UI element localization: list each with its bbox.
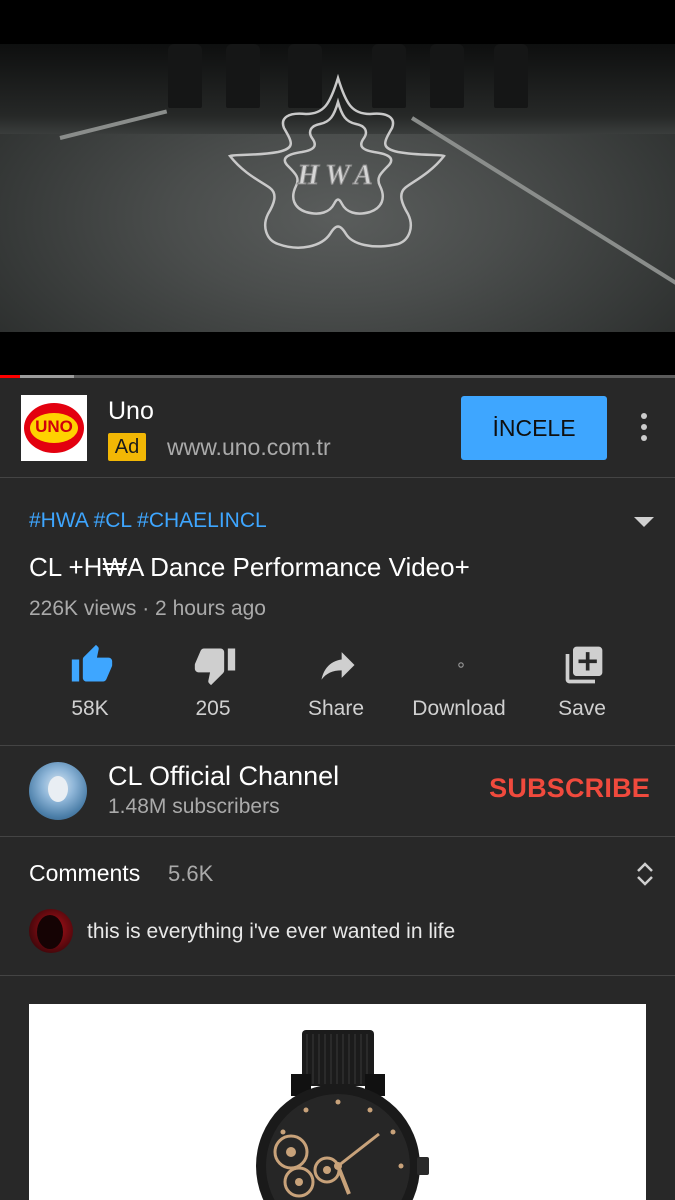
ad-badge: Ad xyxy=(108,433,146,461)
divider xyxy=(0,477,675,478)
share-label: Share xyxy=(307,697,365,720)
ad-card[interactable] xyxy=(29,1004,646,1200)
advertiser-name[interactable]: Uno xyxy=(108,397,154,426)
save-button[interactable]: Save xyxy=(527,640,637,730)
progress-bar[interactable] xyxy=(0,375,675,378)
channel-avatar[interactable] xyxy=(29,762,87,820)
channel-name[interactable]: CL Official Channel xyxy=(108,761,339,792)
ad-cta-button[interactable]: İNCELE xyxy=(461,396,607,460)
hwa-logo-text: HWA xyxy=(296,160,378,191)
top-comment-text: this is everything i've ever wanted in l… xyxy=(87,920,456,943)
subscriber-count: 1.48M subscribers xyxy=(108,795,280,818)
download-button[interactable]: Download xyxy=(404,640,514,730)
advertiser-url[interactable]: www.uno.com.tr xyxy=(167,434,331,461)
thumb-down-icon xyxy=(194,648,236,686)
download-label: Download xyxy=(412,697,506,720)
dislike-button[interactable]: 205 xyxy=(158,640,268,730)
thumb-up-icon xyxy=(71,644,113,682)
divider xyxy=(0,836,675,837)
video-title: CL +H₩A Dance Performance Video+ xyxy=(29,552,470,582)
share-button[interactable]: Share xyxy=(281,640,391,730)
avatar-hair xyxy=(37,915,63,949)
divider xyxy=(0,975,675,976)
share-icon xyxy=(321,652,355,680)
subscribe-button[interactable]: SUBSCRIBE xyxy=(480,773,650,804)
video-frame[interactable]: HWA xyxy=(0,44,675,332)
ad-banner[interactable]: UNO Uno Ad www.uno.com.tr İNCELE xyxy=(0,379,675,477)
watch-image xyxy=(256,1030,429,1200)
comments-count: 5.6K xyxy=(168,861,214,886)
dislike-count: 205 xyxy=(195,697,231,720)
logo-text: UNO xyxy=(35,417,73,436)
video-meta: 226K views · 2 hours ago xyxy=(29,597,266,620)
advertiser-logo[interactable]: UNO xyxy=(21,395,87,461)
hashtags[interactable]: #HWA #CL #CHAELINCL xyxy=(29,509,267,533)
like-count: 58K xyxy=(71,697,109,720)
progress-played xyxy=(0,375,21,378)
avatar-face xyxy=(48,776,68,802)
hwa-logo: HWA xyxy=(227,73,446,249)
expand-description-icon[interactable] xyxy=(634,517,654,527)
save-icon xyxy=(565,646,603,684)
video-player[interactable]: HWA xyxy=(0,0,675,378)
unfold-icon[interactable] xyxy=(634,860,656,888)
download-icon xyxy=(458,662,464,668)
commenter-avatar xyxy=(29,909,73,953)
more-vert-icon[interactable] xyxy=(630,413,658,443)
divider xyxy=(0,745,675,746)
comments-title: Comments xyxy=(29,860,141,886)
like-button[interactable]: 58K xyxy=(35,640,145,730)
save-label: Save xyxy=(558,697,606,720)
